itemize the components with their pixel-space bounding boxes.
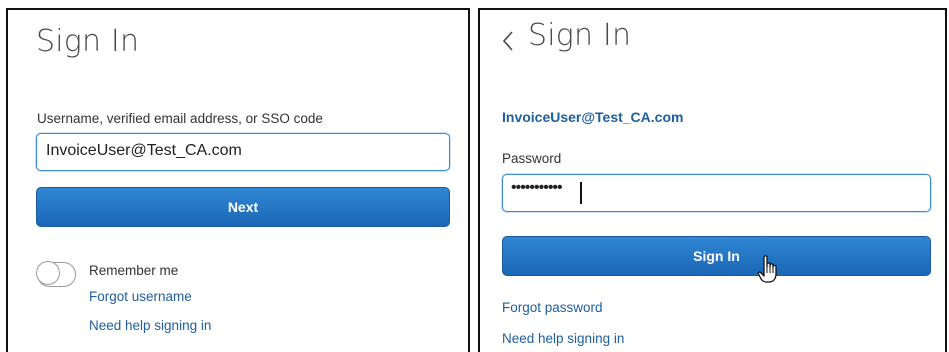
sign-in-password-panel: Sign In InvoiceUser@Test_CA.com Password… bbox=[478, 8, 947, 352]
password-input[interactable]: ••••••••••• bbox=[502, 174, 931, 212]
toggle-knob bbox=[36, 261, 60, 285]
page-title: Sign In bbox=[36, 24, 140, 59]
username-input[interactable]: InvoiceUser@Test_CA.com bbox=[36, 133, 450, 171]
need-help-link[interactable]: Need help signing in bbox=[89, 318, 211, 333]
sign-in-button[interactable]: Sign In bbox=[502, 236, 931, 276]
next-button[interactable]: Next bbox=[36, 187, 450, 227]
forgot-password-link[interactable]: Forgot password bbox=[502, 300, 603, 315]
forgot-username-link[interactable]: Forgot username bbox=[89, 289, 192, 304]
signed-in-user-email: InvoiceUser@Test_CA.com bbox=[502, 109, 684, 125]
username-input-value: InvoiceUser@Test_CA.com bbox=[46, 142, 242, 159]
page-title: Sign In bbox=[528, 18, 632, 53]
chevron-left-icon[interactable] bbox=[501, 30, 515, 52]
password-label: Password bbox=[502, 151, 562, 166]
password-input-value: ••••••••••• bbox=[511, 179, 563, 196]
sign-in-username-panel: Sign In Username, verified email address… bbox=[6, 8, 470, 352]
username-label: Username, verified email address, or SSO… bbox=[37, 111, 323, 126]
remember-me-toggle[interactable] bbox=[36, 261, 76, 287]
text-caret bbox=[580, 182, 582, 204]
need-help-link[interactable]: Need help signing in bbox=[502, 331, 624, 346]
hand-pointer-icon bbox=[757, 255, 777, 283]
remember-me-label: Remember me bbox=[89, 263, 179, 278]
